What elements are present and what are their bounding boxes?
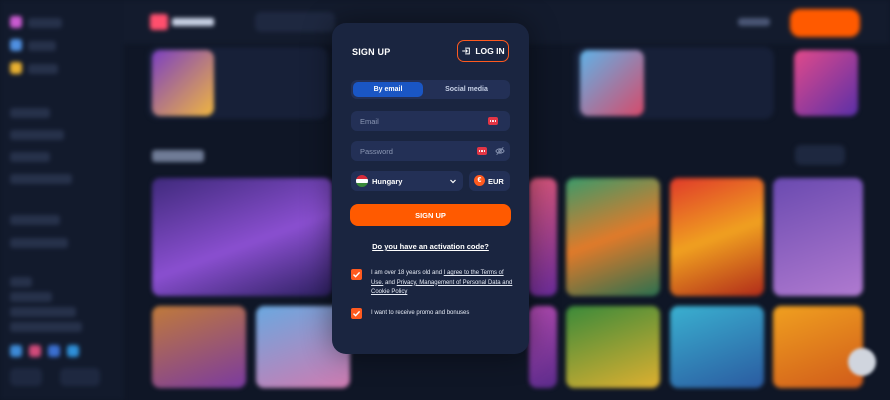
promo-text: I want to receive promo and bonuses: [371, 310, 470, 316]
sidebar-item: [10, 238, 68, 248]
sidebar-item: [10, 292, 52, 302]
promo-image: [794, 50, 858, 116]
checkmark-icon: [353, 310, 361, 317]
promo-image: [152, 50, 214, 116]
social-icon: [67, 345, 79, 357]
signup-submit-button[interactable]: SIGN UP: [350, 204, 511, 226]
game-tile: [529, 178, 557, 296]
promo-checkbox[interactable]: [351, 308, 362, 319]
section-all-button: [795, 145, 845, 165]
sidebar-item: [10, 130, 64, 140]
sidebar-icon: [10, 16, 22, 28]
game-tile: [529, 306, 557, 388]
terms-prefix: I am over 18 years old and: [371, 270, 444, 276]
password-manager-icon[interactable]: [477, 147, 487, 155]
sidebar-item: [28, 18, 62, 28]
password-field[interactable]: Password: [351, 141, 510, 161]
modal-title: SIGN UP: [352, 47, 391, 57]
login-button[interactable]: LOG IN: [457, 40, 509, 62]
game-tile: [773, 306, 863, 388]
euro-icon: €: [474, 175, 485, 186]
game-tile: [670, 178, 764, 296]
terms-text: I am over 18 years old and I agree to th…: [371, 269, 513, 298]
logo-icon: [150, 14, 168, 30]
sidebar-icon: [10, 39, 22, 51]
social-icon: [29, 345, 41, 357]
sidebar-item: [10, 108, 50, 118]
terms-checkbox[interactable]: [351, 269, 362, 280]
game-tile: [566, 178, 660, 296]
login-label: LOG IN: [475, 46, 505, 56]
sidebar-item: [10, 152, 50, 162]
game-tile: [152, 178, 332, 296]
sidebar-item: [10, 277, 32, 287]
tab-social-media[interactable]: Social media: [425, 82, 508, 97]
signup-method-tabs: By email Social media: [351, 80, 510, 99]
promo-image: [580, 50, 644, 116]
game-tile: [152, 306, 246, 388]
chat-support-button[interactable]: [848, 348, 876, 376]
currency-select[interactable]: € EUR: [469, 171, 510, 191]
logo-wordmark: [172, 18, 214, 26]
social-icon: [10, 345, 22, 357]
checkmark-icon: [353, 271, 361, 278]
sidebar-item: [28, 41, 56, 51]
section-heading: [152, 150, 204, 162]
password-manager-icon[interactable]: [488, 117, 498, 125]
sidebar-icon: [10, 62, 22, 74]
chevron-down-icon: [450, 179, 456, 184]
country-select[interactable]: Hungary: [351, 171, 463, 191]
game-tile: [566, 306, 660, 388]
header-signup-button: [790, 9, 860, 37]
footer-badge: [10, 368, 42, 386]
game-tile: [670, 306, 764, 388]
eye-off-icon[interactable]: [495, 146, 505, 156]
hungary-flag-icon: [356, 175, 368, 187]
sidebar-item: [10, 174, 72, 184]
social-icon: [48, 345, 60, 357]
sidebar-item: [28, 64, 58, 74]
email-placeholder: Email: [360, 117, 379, 126]
signup-modal: SIGN UP LOG IN By email Social media Ema…: [332, 23, 529, 354]
header-login-link: [738, 18, 770, 26]
sidebar: [0, 0, 124, 400]
activation-code-link[interactable]: Do you have an activation code?: [332, 242, 529, 251]
country-value: Hungary: [372, 177, 403, 186]
tab-by-email[interactable]: By email: [353, 82, 423, 97]
password-placeholder: Password: [360, 147, 393, 156]
game-tile: [773, 178, 863, 296]
login-icon: [462, 47, 471, 55]
footer-badge: [60, 368, 100, 386]
sidebar-item: [10, 307, 76, 317]
currency-value: EUR: [488, 177, 504, 186]
sidebar-item: [10, 322, 82, 332]
email-field[interactable]: Email: [351, 111, 510, 131]
terms-middle: and: [383, 279, 397, 286]
search-box: [255, 12, 335, 32]
sidebar-item: [10, 215, 60, 225]
